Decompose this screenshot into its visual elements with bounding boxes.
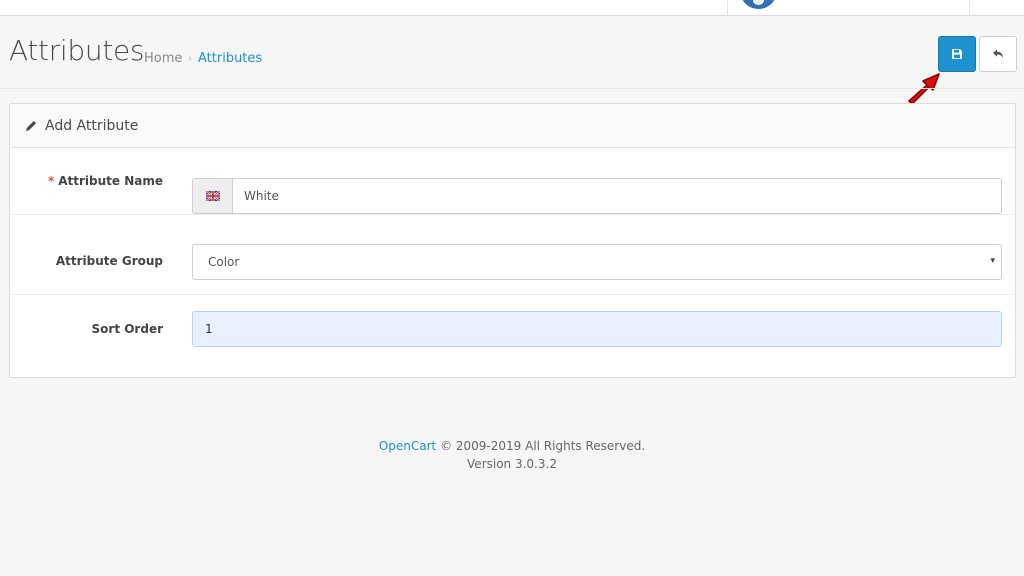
- footer-version: Version 3.0.3.2: [467, 457, 557, 471]
- attribute-name-field[interactable]: White: [192, 178, 1002, 214]
- attribute-group-label: Attribute Group: [55, 254, 163, 268]
- footer-copyright-line: OpenCart © 2009-2019 All Rights Reserved…: [0, 437, 1024, 455]
- breadcrumb-attributes[interactable]: Attributes: [198, 51, 262, 66]
- back-button[interactable]: [979, 36, 1017, 72]
- annotation-arrow-icon: [908, 73, 940, 105]
- breadcrumb-separator: ›: [188, 53, 192, 64]
- save-button[interactable]: [938, 36, 976, 72]
- attribute-group-selected: Color: [208, 255, 240, 269]
- attribute-group-select[interactable]: Color ▾: [192, 244, 1002, 280]
- navbar-divider: [727, 0, 728, 16]
- header-divider: [0, 88, 1024, 89]
- language-addon: [193, 179, 233, 213]
- breadcrumb: Home › Attributes: [144, 51, 262, 66]
- footer: OpenCart © 2009-2019 All Rights Reserved…: [0, 437, 1024, 473]
- top-navbar: [0, 0, 1024, 16]
- panel-heading: Add Attribute: [10, 104, 1015, 148]
- opencart-link[interactable]: OpenCart: [379, 439, 436, 453]
- footer-copyright: © 2009-2019 All Rights Reserved.: [436, 439, 646, 453]
- attribute-name-input[interactable]: White: [233, 189, 279, 203]
- attribute-name-label-text: Attribute Name: [58, 174, 163, 188]
- sort-order-row: Sort Order 1: [10, 295, 1015, 362]
- navbar-divider: [969, 0, 970, 16]
- page-title: Attributes: [9, 34, 145, 67]
- chevron-down-icon: ▾: [990, 256, 995, 266]
- add-attribute-panel: Add Attribute * Attribute Name White Att…: [9, 103, 1016, 378]
- sort-order-label: Sort Order: [91, 321, 163, 336]
- reply-arrow-icon: [993, 49, 1003, 58]
- pencil-icon: [26, 120, 36, 131]
- required-mark: *: [47, 174, 55, 188]
- attribute-name-label: * Attribute Name: [48, 148, 163, 214]
- floppy-disk-icon: [952, 49, 962, 59]
- user-avatar[interactable]: [740, 0, 777, 9]
- breadcrumb-home[interactable]: Home: [144, 51, 182, 66]
- panel-title: Add Attribute: [45, 117, 139, 134]
- uk-flag-icon: [205, 191, 220, 201]
- sort-order-input[interactable]: 1: [192, 311, 1002, 347]
- attribute-group-row: Attribute Group Color ▾: [10, 228, 1015, 295]
- attribute-name-row: * Attribute Name White: [10, 148, 1015, 215]
